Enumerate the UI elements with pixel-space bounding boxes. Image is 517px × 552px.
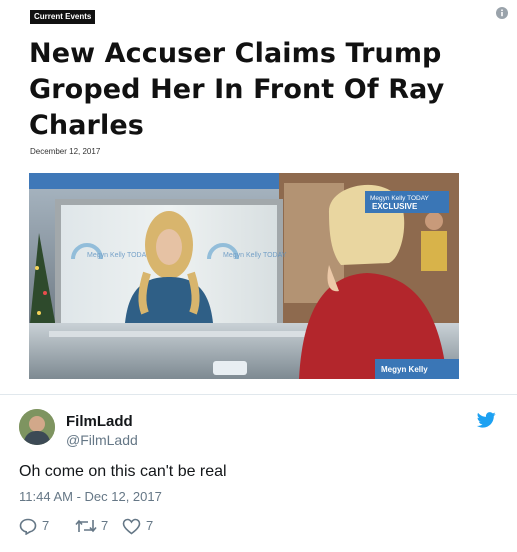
article-card: Current Events New Accuser Claims Trump …: [0, 0, 517, 386]
user-name[interactable]: FilmLadd: [66, 413, 133, 430]
retweet-button[interactable]: 7: [75, 517, 121, 535]
screen-logo-left: Megyn Kelly TODAY: [87, 252, 151, 259]
retweet-icon: [75, 519, 97, 533]
reply-button[interactable]: 7: [19, 517, 59, 535]
info-icon[interactable]: [496, 7, 508, 19]
retweet-count: 7: [101, 518, 109, 533]
tweet-text: Oh come on this can't be real: [19, 463, 227, 480]
category-badge[interactable]: Current Events: [30, 10, 96, 24]
like-icon: [122, 518, 141, 535]
video-thumbnail[interactable]: Megyn Kelly TODAY Megyn Kelly TODAY Megy…: [29, 173, 459, 379]
user-handle[interactable]: @FilmLadd: [66, 432, 138, 448]
tweet-timestamp[interactable]: 11:44 AM - Dec 12, 2017: [19, 489, 162, 504]
corner-logo: Megyn Kelly: [381, 365, 428, 374]
article-headline[interactable]: New Accuser Claims Trump Groped Her In F…: [29, 36, 499, 144]
screen-logo-right: Megyn Kelly TODAY: [223, 252, 287, 259]
article-date: December 12, 2017: [30, 147, 101, 156]
twitter-bird-icon[interactable]: [477, 412, 496, 428]
embedded-tweet: FilmLadd @FilmLadd Oh come on this can't…: [0, 394, 517, 552]
like-count: 7: [146, 518, 154, 533]
like-button[interactable]: 7: [122, 517, 162, 535]
reply-count: 7: [42, 518, 50, 533]
exclusive-logo: Megyn Kelly TODAY: [370, 195, 430, 202]
avatar[interactable]: [19, 409, 55, 445]
exclusive-label: EXCLUSIVE: [372, 202, 418, 211]
reply-icon: [19, 518, 37, 535]
